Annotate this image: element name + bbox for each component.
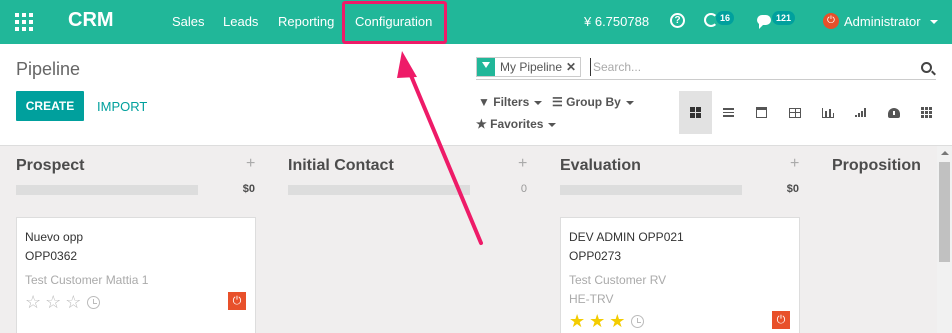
annotation-arrow <box>397 51 483 245</box>
